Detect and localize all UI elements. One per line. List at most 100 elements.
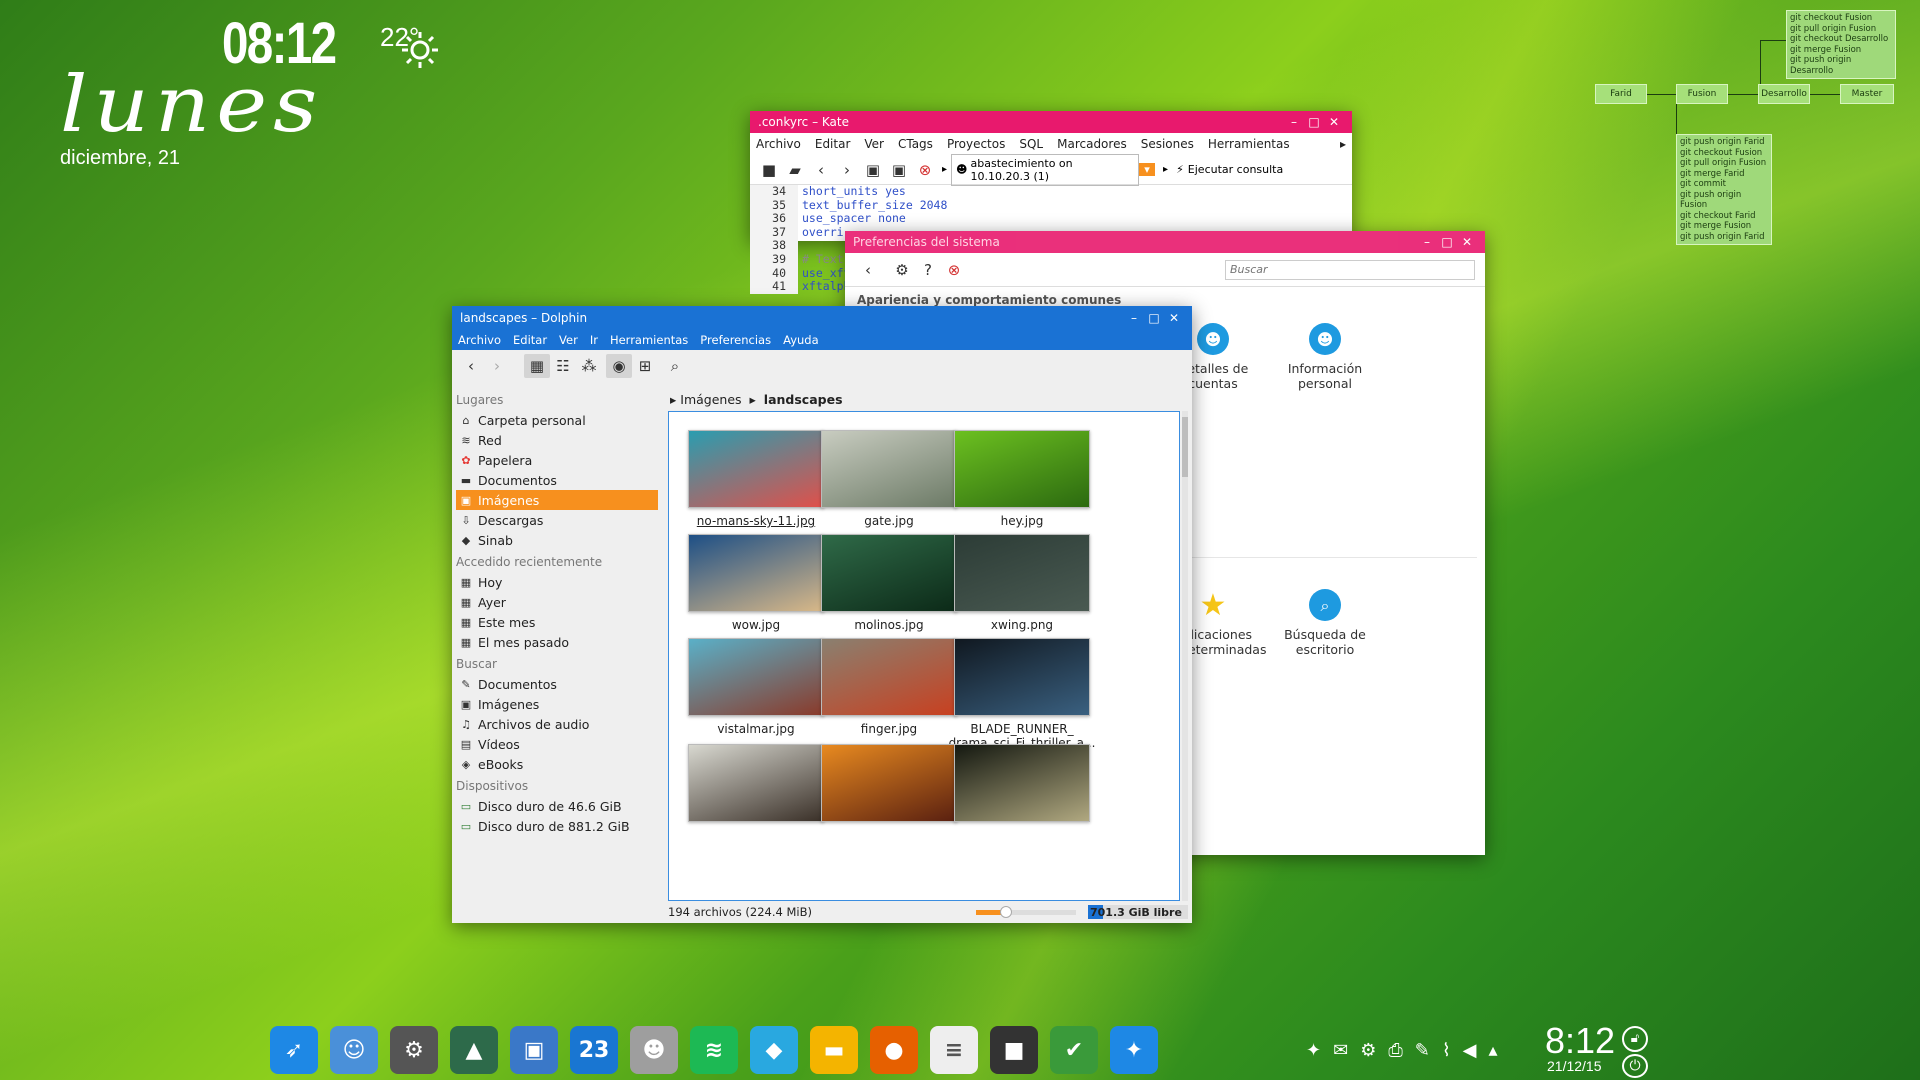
keepass-icon[interactable]: ✔ — [1050, 1026, 1098, 1074]
zoom-slider[interactable] — [976, 905, 1076, 918]
breadcrumb-item[interactable]: Imágenes — [680, 392, 741, 407]
printer-icon[interactable]: ⎙ — [1388, 1040, 1402, 1061]
forward-icon[interactable]: › — [834, 158, 860, 182]
notes-icon[interactable]: ✎ — [1415, 1040, 1430, 1061]
arrow-right-icon[interactable]: ▸ — [1163, 164, 1168, 175]
sidebar-item[interactable]: ◆ Sinab — [452, 530, 662, 550]
menu-editar[interactable]: Editar — [513, 333, 547, 347]
menu-ver[interactable]: Ver — [864, 137, 884, 151]
photos-icon[interactable]: ▣ — [510, 1026, 558, 1074]
close-icon[interactable]: ✕ — [1457, 235, 1477, 249]
connection-select[interactable]: ☻ abastecimiento on 10.10.20.3 (1) — [951, 153, 1140, 186]
menu-preferencias[interactable]: Preferencias — [700, 333, 771, 347]
volume-icon[interactable]: ◀ — [1463, 1040, 1477, 1061]
file-view[interactable]: no-mans-sky-11.jpg gate.jpg hey.jpg wow.jpg… — [668, 411, 1180, 901]
minimize-icon[interactable]: – — [1417, 235, 1437, 249]
open-folder-icon[interactable]: ▰ — [782, 158, 808, 182]
menu-archivo[interactable]: Archivo — [458, 333, 501, 347]
save-icon[interactable]: ▣ — [860, 158, 886, 182]
sidebar-item[interactable]: ▤ Vídeos — [452, 734, 662, 754]
pref-desktop-search[interactable]: ⌕ Búsqueda de escritorio — [1265, 589, 1385, 657]
power-icon[interactable]: ⏻ — [1622, 1054, 1648, 1078]
search-input[interactable] — [1225, 259, 1475, 280]
menu-marcadores[interactable]: Marcadores — [1057, 137, 1127, 151]
scrollbar-thumb[interactable] — [1182, 417, 1188, 477]
settings-icon[interactable]: ⚙ — [390, 1026, 438, 1074]
menu-ctags[interactable]: CTags — [898, 137, 933, 151]
contacts-icon[interactable]: ☻ — [630, 1026, 678, 1074]
chat-icon[interactable]: ✉ — [1333, 1040, 1348, 1061]
sidebar-item[interactable]: ⇩ Descargas — [452, 510, 662, 530]
file-item[interactable]: hey.jpg — [947, 430, 1097, 528]
image-viewer-icon[interactable]: ▲ — [450, 1026, 498, 1074]
sidebar-item[interactable]: ✿ Papelera — [452, 450, 662, 470]
file-item[interactable]: no-mans-sky-11.jpg — [681, 430, 831, 528]
file-item[interactable]: gate.jpg — [814, 430, 964, 528]
chevron-down-icon[interactable]: ▾ — [1139, 163, 1156, 176]
sidebar-item[interactable]: ▦ Este mes — [452, 612, 662, 632]
maximize-icon[interactable]: □ — [1304, 115, 1324, 129]
sidebar-item[interactable]: ⌂ Carpeta personal — [452, 410, 662, 430]
spotify-icon[interactable]: ≋ — [690, 1026, 738, 1074]
tray-date[interactable]: 21/12/15 — [1547, 1058, 1602, 1074]
file-item[interactable] — [681, 744, 831, 828]
menu-herramientas[interactable]: Herramientas — [610, 333, 688, 347]
split-view-icon[interactable]: ⊞ — [632, 354, 658, 378]
search-icon[interactable]: ⌕ — [662, 354, 688, 378]
menu-sql[interactable]: SQL — [1019, 137, 1043, 151]
icons-view-icon[interactable]: ▦ — [524, 354, 550, 378]
sidebar-item[interactable]: ▦ Hoy — [452, 572, 662, 592]
arrow-up-icon[interactable]: ▴ — [1488, 1040, 1497, 1061]
dolphin-window[interactable]: landscapes – Dolphin – □ ✕ Archivo Edita… — [452, 306, 1192, 923]
arrow-right-icon[interactable]: ▸ — [942, 164, 947, 175]
menu-proyectos[interactable]: Proyectos — [947, 137, 1005, 151]
maximize-icon[interactable]: □ — [1437, 235, 1457, 249]
messenger-icon[interactable]: ✦ — [1306, 1040, 1321, 1061]
menu-ir[interactable]: Ir — [590, 333, 598, 347]
file-item[interactable]: BLADE_RUNNER_ drama_sci_Fi_thriller_a... — [947, 638, 1097, 750]
terminal-icon[interactable]: ■ — [990, 1026, 1038, 1074]
package-icon[interactable]: ◆ — [750, 1026, 798, 1074]
sidebar-item[interactable]: ▦ Ayer — [452, 592, 662, 612]
sidebar-item[interactable]: ▦ El mes pasado — [452, 632, 662, 652]
back-icon[interactable]: ‹ — [855, 258, 881, 282]
clip-icon[interactable]: ⌇ — [1442, 1040, 1451, 1061]
menu-archivo[interactable]: Archivo — [756, 137, 801, 151]
file-item[interactable]: vistalmar.jpg — [681, 638, 831, 736]
tray-clock[interactable]: 8:12 — [1545, 1020, 1615, 1062]
breadcrumb-current[interactable]: landscapes — [764, 392, 843, 407]
maximize-icon[interactable]: □ — [1144, 311, 1164, 325]
notes-icon[interactable]: ≡ — [930, 1026, 978, 1074]
lock-icon[interactable]: 🔓︎ — [1622, 1026, 1648, 1052]
menu-sesiones[interactable]: Sesiones — [1141, 137, 1194, 151]
kate-window[interactable]: .conkyrc – Kate – □ ✕ Archivo Editar Ver… — [750, 111, 1352, 294]
gear-icon[interactable]: ⚙ — [889, 258, 915, 282]
save-as-icon[interactable]: ▣ — [886, 158, 912, 182]
preview-icon[interactable]: ◉ — [606, 354, 632, 378]
pref-personal-info[interactable]: ☻ Información personal — [1265, 323, 1385, 391]
minimize-icon[interactable]: – — [1124, 311, 1144, 325]
menu-ver[interactable]: Ver — [559, 333, 578, 347]
minimize-icon[interactable]: – — [1284, 115, 1304, 129]
file-item[interactable]: molinos.jpg — [814, 534, 964, 632]
sidebar-item[interactable]: ♫ Archivos de audio — [452, 714, 662, 734]
sidebar-item[interactable]: ▬ Documentos — [452, 470, 662, 490]
back-icon[interactable]: ‹ — [808, 158, 834, 182]
menu-overflow-icon[interactable]: ▸ — [1340, 137, 1346, 151]
help-icon[interactable]: ? — [915, 258, 941, 282]
close-icon[interactable]: ✕ — [1164, 311, 1184, 325]
menu-ayuda[interactable]: Ayuda — [783, 333, 819, 347]
messenger-icon[interactable]: ✦ — [1110, 1026, 1158, 1074]
files-icon[interactable]: ▬ — [810, 1026, 858, 1074]
file-item[interactable]: xwing.png — [947, 534, 1097, 632]
scrollbar[interactable] — [1182, 411, 1188, 901]
compact-view-icon[interactable]: ☷ — [550, 354, 576, 378]
calendar-icon[interactable]: 23 — [570, 1026, 618, 1074]
new-file-icon[interactable]: ■ — [756, 158, 782, 182]
run-query-button[interactable]: Ejecutar consulta — [1188, 163, 1283, 176]
sidebar-item[interactable]: ▭ Disco duro de 881.2 GiB — [452, 816, 662, 836]
quit-icon[interactable]: ⊗ — [941, 258, 967, 282]
close-doc-icon[interactable]: ⊗ — [912, 158, 938, 182]
dolphin-titlebar[interactable]: landscapes – Dolphin – □ ✕ — [452, 306, 1192, 330]
launcher-icon[interactable]: ➶ — [270, 1026, 318, 1074]
